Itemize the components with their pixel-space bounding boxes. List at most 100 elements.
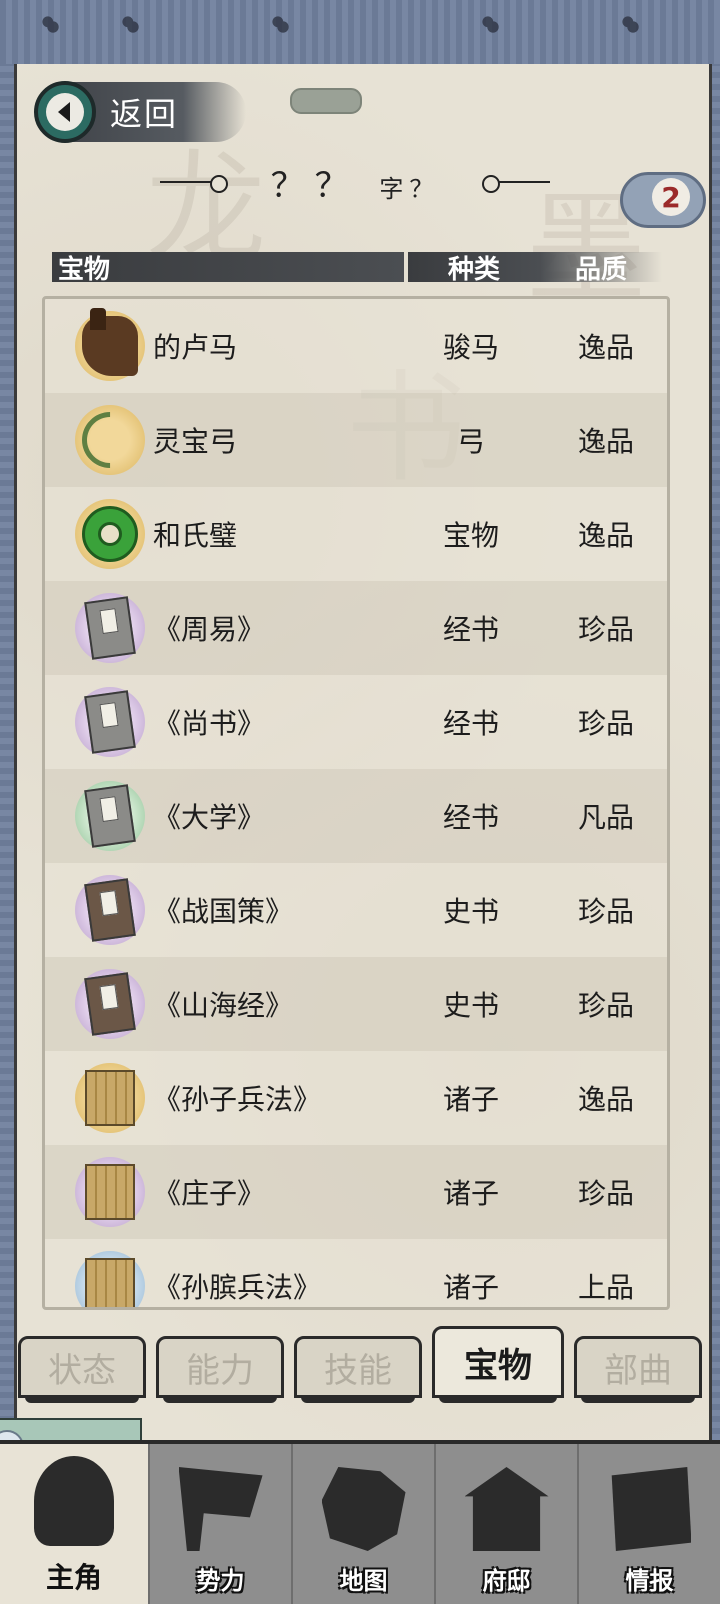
item-name: 《大学》 (153, 801, 266, 834)
character-courtesy-name: 字？ (379, 174, 440, 203)
nav-faction[interactable]: 势力 (150, 1444, 294, 1604)
item-name: 的卢马 (153, 331, 238, 364)
list-item[interactable]: 《周易》 经书 珍品 (45, 581, 667, 675)
nav-label: 地图 (339, 1567, 388, 1595)
nav-label: 主角 (46, 1561, 103, 1594)
item-name: 《周易》 (153, 613, 266, 646)
item-name: 《孙膑兵法》 (153, 1271, 322, 1304)
item-type: 宝物 (442, 519, 499, 552)
item-quality: 逸品 (577, 1083, 634, 1116)
book-icon (75, 781, 145, 851)
horse-icon (75, 308, 145, 381)
item-name: 《庄子》 (153, 1177, 266, 1210)
item-quality: 逸品 (577, 331, 634, 364)
item-name: 《尚书》 (153, 707, 266, 740)
list-item[interactable]: 《孙膑兵法》 诸子 上品 (45, 1239, 667, 1307)
list-item[interactable]: 《战国策》 史书 珍品 (45, 863, 667, 957)
column-header-name: 宝物 (52, 252, 404, 285)
item-name: 和氏璧 (153, 519, 238, 552)
item-type: 史书 (442, 989, 499, 1022)
item-quality: 逸品 (577, 425, 634, 458)
item-quality: 凡品 (577, 801, 634, 834)
flower-ornament-icon (40, 14, 66, 40)
character-name: ？？ 字？ (271, 158, 440, 207)
item-type: 史书 (442, 895, 499, 928)
scrolls-icon (75, 1251, 145, 1307)
item-type: 经书 (442, 613, 499, 646)
item-name: 灵宝弓 (153, 425, 238, 458)
bow-icon (70, 400, 150, 480)
item-name: 《孙子兵法》 (153, 1083, 322, 1116)
bottom-navigation: 主角 势力 地图 府邸 情报 (0, 1440, 720, 1604)
item-name: 《山海经》 (153, 989, 294, 1022)
scrolls-icon (75, 1063, 145, 1133)
nav-map[interactable]: 地图 (293, 1444, 437, 1604)
left-border (0, 64, 14, 1470)
list-item[interactable]: 《山海经》 史书 珍品 (45, 957, 667, 1051)
item-type: 骏马 (442, 331, 499, 364)
history-book-icon (75, 969, 145, 1039)
character-name-row: ？？ 字？ (160, 158, 550, 207)
item-quality: 上品 (577, 1271, 634, 1304)
table-header: 宝物 种类 品质 (52, 250, 662, 285)
item-type: 诸子 (442, 1083, 499, 1116)
list-item[interactable]: 《尚书》 经书 珍品 (45, 675, 667, 769)
item-type: 经书 (442, 707, 499, 740)
cloud-badge[interactable]: 2 (620, 172, 706, 228)
nav-label: 情报 (625, 1567, 674, 1595)
mansion-icon (464, 1467, 549, 1551)
item-quality: 珍品 (577, 613, 634, 646)
list-item[interactable]: 《庄子》 诸子 珍品 (45, 1145, 667, 1239)
list-item[interactable]: 和氏璧 宝物 逸品 (45, 487, 667, 581)
item-type: 经书 (442, 801, 499, 834)
column-header-type: 种类 (408, 252, 540, 285)
tab-abilities[interactable]: 能力 (156, 1336, 284, 1403)
tab-skills[interactable]: 技能 (294, 1336, 422, 1403)
tab-troops[interactable]: 部曲 (574, 1336, 702, 1403)
flower-ornament-icon (480, 14, 506, 40)
history-book-icon (75, 875, 145, 945)
tab-treasures[interactable]: 宝物 (432, 1326, 564, 1403)
nav-hero[interactable]: 主角 (0, 1444, 151, 1604)
character-name-main: ？？ (270, 165, 359, 206)
jade-disc-icon (75, 499, 145, 569)
column-header-quality: 品质 (540, 252, 662, 285)
list-item[interactable]: 灵宝弓 弓 逸品 (45, 393, 667, 487)
item-name: 《战国策》 (153, 895, 294, 928)
hero-icon (34, 1456, 115, 1546)
divider-ornament-left (160, 175, 228, 193)
badge-number: 2 (652, 178, 690, 216)
scroll-icon (611, 1467, 692, 1551)
flower-ornament-icon (620, 14, 646, 40)
item-quality: 珍品 (577, 1177, 634, 1210)
book-icon (75, 687, 145, 757)
back-label: 返回 (110, 95, 179, 133)
divider-ornament-right (482, 175, 550, 193)
nav-label: 府邸 (482, 1567, 531, 1595)
treasure-list[interactable]: 的卢马 骏马 逸品 灵宝弓 弓 逸品 和氏璧 宝物 逸品 《周易》 经书 珍品 … (42, 296, 670, 1310)
top-decorative-border (0, 0, 720, 67)
list-item[interactable]: 《大学》 经书 凡品 (45, 769, 667, 863)
item-quality: 珍品 (577, 989, 634, 1022)
item-quality: 珍品 (577, 707, 634, 740)
map-icon (321, 1467, 406, 1551)
flag-icon (178, 1467, 263, 1551)
nav-intel[interactable]: 情报 (579, 1444, 720, 1604)
book-icon (75, 593, 145, 663)
flower-ornament-icon (120, 14, 146, 40)
tab-status[interactable]: 状态 (18, 1336, 146, 1403)
nav-label: 势力 (196, 1567, 245, 1595)
status-pill (290, 88, 362, 114)
section-tabs: 状态 能力 技能 宝物 部曲 (18, 1326, 702, 1403)
item-quality: 珍品 (577, 895, 634, 928)
back-arrow-icon (34, 81, 96, 143)
scrolls-icon (75, 1157, 145, 1227)
item-quality: 逸品 (577, 519, 634, 552)
list-item[interactable]: 《孙子兵法》 诸子 逸品 (45, 1051, 667, 1145)
nav-mansion[interactable]: 府邸 (436, 1444, 579, 1604)
item-type: 弓 (456, 425, 485, 458)
list-item[interactable]: 的卢马 骏马 逸品 (45, 299, 667, 393)
flower-ornament-icon (270, 14, 296, 40)
item-type: 诸子 (442, 1177, 499, 1210)
back-button[interactable]: 返回 (34, 81, 246, 143)
